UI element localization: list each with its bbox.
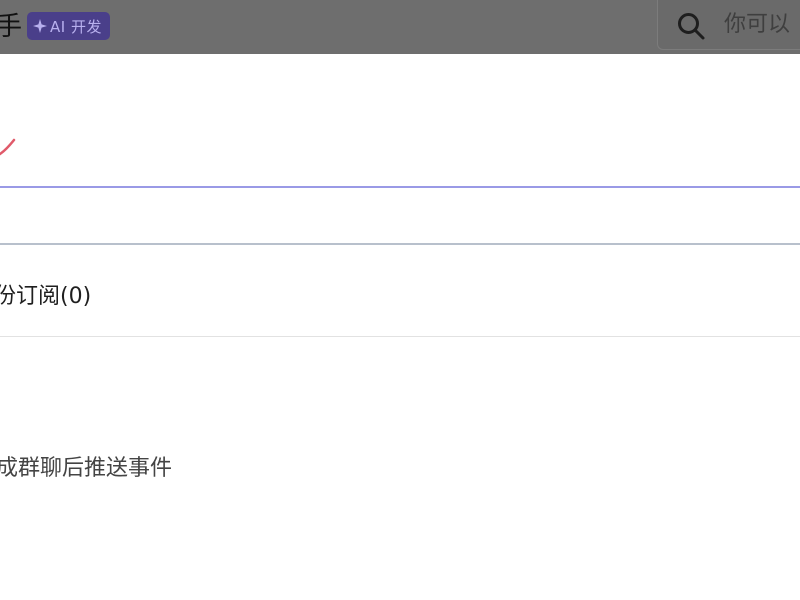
ai-dev-badge[interactable]: AI 开发 <box>27 12 110 40</box>
search-icon <box>678 13 705 40</box>
event-description: 成群聊后推送事件 <box>0 456 173 481</box>
input-underline-focused <box>0 186 800 188</box>
top-bar: 手 AI 开发 你可以 <box>0 0 800 54</box>
tab-subscriptions[interactable]: 份订阅(0) <box>0 282 91 312</box>
page: 手 AI 开发 你可以 份订阅(0) 成群聊后推送事件 <box>0 0 800 600</box>
section-divider <box>0 243 800 245</box>
sparkle-icon <box>33 19 47 33</box>
tab-divider <box>0 336 800 337</box>
accent-mark <box>0 138 16 156</box>
app-title: 手 <box>0 12 23 42</box>
search-placeholder: 你可以 <box>724 12 791 37</box>
search-input[interactable]: 你可以 <box>657 0 800 50</box>
ai-dev-badge-label: AI 开发 <box>50 17 102 36</box>
